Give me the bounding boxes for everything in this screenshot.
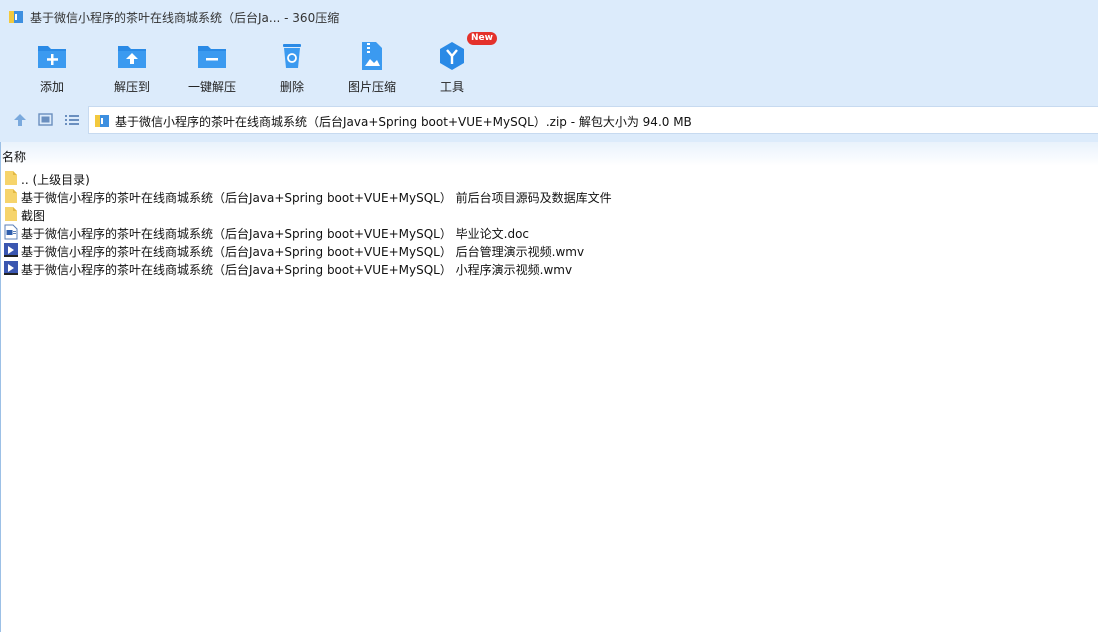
address-bar[interactable]: 基于微信小程序的茶叶在线商城系统（后台Java+Spring boot+VUE+… xyxy=(88,106,1098,134)
video-file-icon xyxy=(4,243,18,257)
extract-to-label: 解压到 xyxy=(113,80,150,94)
file-name: 截图 xyxy=(21,209,46,223)
delete-icon xyxy=(283,44,301,68)
file-name: 基于微信小程序的茶叶在线商城系统（后台Java+Spring boot+VUE+… xyxy=(21,263,573,277)
window-title: 基于微信小程序的茶叶在线商城系统（后台Ja... - 360压缩 xyxy=(30,11,340,25)
image-compress-icon xyxy=(362,42,382,70)
delete-button[interactable]: 删除 xyxy=(257,40,327,98)
toolbar: 添加 解压到 一键解压 删除 图片压缩 New 工具 xyxy=(0,32,1098,98)
add-label: 添加 xyxy=(39,80,64,94)
zip-file-icon xyxy=(95,115,109,127)
archive-app-icon xyxy=(9,11,23,23)
list-item-screenshots-folder[interactable]: 截图 xyxy=(0,205,1098,223)
extract-to-icon xyxy=(118,46,146,68)
extract-to-button[interactable]: 解压到 xyxy=(97,40,167,98)
folder-icon xyxy=(5,189,17,203)
file-name: .. (上级目录) xyxy=(21,173,90,187)
one-click-extract-icon xyxy=(198,46,226,68)
file-name: 基于微信小程序的茶叶在线商城系统（后台Java+Spring boot+VUE+… xyxy=(21,245,585,259)
list-item-source-folder[interactable]: 基于微信小程序的茶叶在线商城系统（后台Java+Spring boot+VUE+… xyxy=(0,187,1098,205)
navigation-bar: 基于微信小程序的茶叶在线商城系统（后台Java+Spring boot+VUE+… xyxy=(0,98,1098,142)
add-button[interactable]: 添加 xyxy=(17,40,87,98)
file-name: 基于微信小程序的茶叶在线商城系统（后台Java+Spring boot+VUE+… xyxy=(21,227,530,241)
list-item-thesis-doc[interactable]: 基于微信小程序的茶叶在线商城系统（后台Java+Spring boot+VUE+… xyxy=(0,223,1098,241)
name-column-label: 名称 xyxy=(2,150,27,164)
one-click-extract-button[interactable]: 一键解压 xyxy=(177,40,247,98)
tools-icon xyxy=(440,42,464,70)
file-name: 基于微信小程序的茶叶在线商城系统（后台Java+Spring boot+VUE+… xyxy=(21,191,612,205)
one-click-extract-label: 一键解压 xyxy=(187,80,236,94)
thumbnail-view-icon[interactable] xyxy=(37,112,55,128)
up-arrow-icon[interactable] xyxy=(11,112,29,128)
archive-path: 基于微信小程序的茶叶在线商城系统（后台Java+Spring boot+VUE+… xyxy=(115,115,692,129)
new-badge: New xyxy=(467,32,497,45)
delete-label: 删除 xyxy=(279,80,304,94)
word-document-icon xyxy=(4,224,18,240)
folder-icon xyxy=(5,207,17,221)
video-file-icon xyxy=(4,261,18,275)
add-icon xyxy=(38,46,66,68)
list-item-parent-folder[interactable]: .. (上级目录) xyxy=(0,169,1098,187)
image-compress-button[interactable]: 图片压缩 xyxy=(337,40,407,98)
image-compress-label: 图片压缩 xyxy=(347,80,396,94)
file-list: .. (上级目录) 基于微信小程序的茶叶在线商城系统（后台Java+Spring… xyxy=(0,169,1098,277)
folder-icon xyxy=(5,171,17,185)
list-view-icon[interactable] xyxy=(63,112,81,128)
tools-button[interactable]: New 工具 xyxy=(417,32,497,98)
tools-label: 工具 xyxy=(439,80,464,94)
list-item-admin-video[interactable]: 基于微信小程序的茶叶在线商城系统（后台Java+Spring boot+VUE+… xyxy=(0,241,1098,259)
list-item-miniprogram-video[interactable]: 基于微信小程序的茶叶在线商城系统（后台Java+Spring boot+VUE+… xyxy=(0,259,1098,277)
title-bar: 基于微信小程序的茶叶在线商城系统（后台Ja... - 360压缩 xyxy=(0,0,1098,34)
name-column-header[interactable]: 名称 xyxy=(0,142,1098,166)
